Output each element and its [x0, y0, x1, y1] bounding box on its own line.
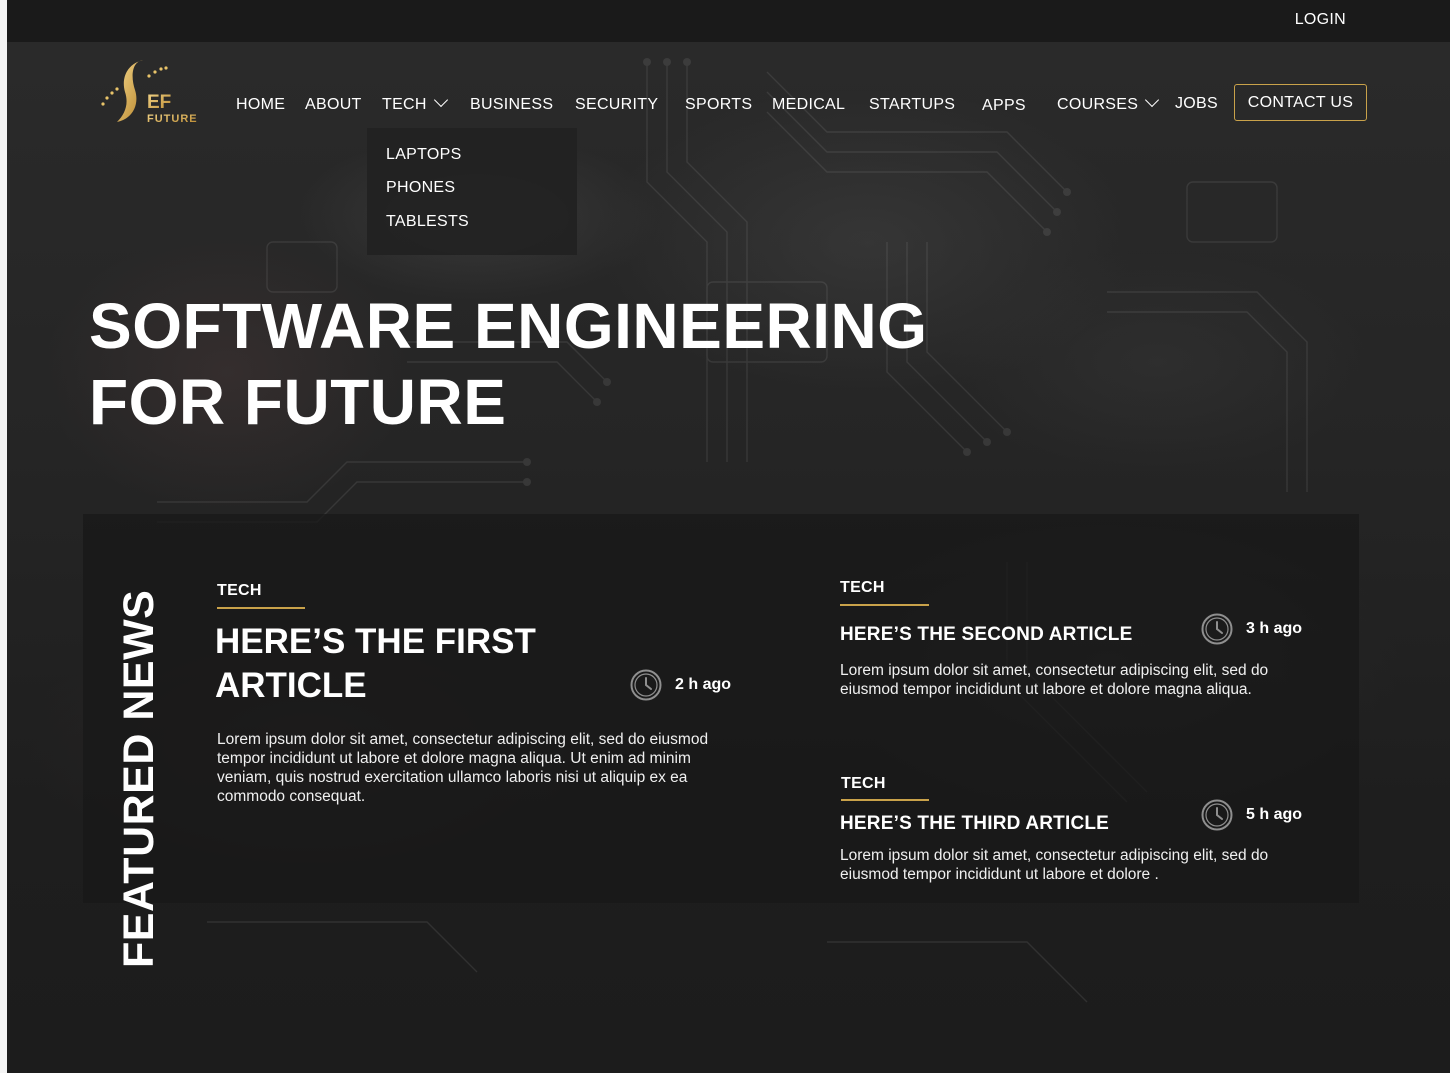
- nav-item-about[interactable]: ABOUT: [305, 96, 362, 114]
- dropdown-item-phones[interactable]: PHONES: [386, 179, 455, 197]
- article-2-category-underline: [840, 604, 929, 606]
- nav-item-tech-label: TECH: [382, 96, 427, 113]
- chevron-down-icon: [433, 92, 448, 108]
- article-2-title[interactable]: HERE’S THE SECOND ARTICLE: [840, 624, 1133, 646]
- article-2-body: Lorem ipsum dolor sit amet, consectetur …: [840, 662, 1269, 698]
- article-3-category-underline: [841, 799, 929, 801]
- nav-item-security[interactable]: SECURITY: [575, 96, 658, 114]
- article-3-category[interactable]: TECH: [841, 775, 886, 793]
- nav-item-startups[interactable]: STARTUPS: [869, 96, 955, 114]
- article-3-title[interactable]: HERE’S THE THIRD ARTICLE: [840, 813, 1109, 835]
- article-1-body: Lorem ipsum dolor sit amet, consectetur …: [217, 731, 709, 805]
- hero-section: EF FUTURE HOME ABOUT TECH BUSINESS SECUR…: [7, 42, 1450, 1073]
- article-1-title[interactable]: HERE’S THE FIRST ARTICLE: [215, 620, 635, 708]
- contact-us-button[interactable]: CONTACT US: [1234, 84, 1367, 121]
- page-title: SOFTWARE ENGINEERING FOR FUTURE: [89, 288, 928, 440]
- hero-title-line-1: SOFTWARE ENGINEERING: [89, 290, 928, 362]
- article-3-time: 5 h ago: [1246, 806, 1303, 823]
- article-2-category[interactable]: TECH: [840, 579, 885, 597]
- nav-item-medical[interactable]: MEDICAL: [772, 96, 845, 114]
- clock-icon: [630, 669, 662, 701]
- tech-dropdown-menu: LAPTOPS PHONES TABLESTS: [367, 128, 577, 255]
- chevron-down-icon: [1145, 92, 1160, 108]
- nav-item-courses-label: COURSES: [1057, 96, 1139, 113]
- featured-news-label: FEATURED NEWS: [115, 589, 163, 968]
- article-1-category[interactable]: TECH: [217, 582, 262, 600]
- clock-icon: [1201, 799, 1233, 831]
- nav-item-tech[interactable]: TECH: [382, 92, 448, 114]
- nav-item-apps[interactable]: APPS: [982, 97, 1026, 115]
- nav-item-business[interactable]: BUSINESS: [470, 96, 553, 114]
- article-1-category-underline: [217, 607, 305, 609]
- article-1-time: 2 h ago: [675, 676, 732, 693]
- main-nav: HOME ABOUT TECH BUSINESS SECURITY SPORTS…: [7, 42, 1450, 142]
- nav-item-sports[interactable]: SPORTS: [685, 96, 752, 114]
- nav-item-courses[interactable]: COURSES: [1057, 92, 1160, 114]
- article-3-body: Lorem ipsum dolor sit amet, consectetur …: [840, 847, 1269, 883]
- login-link[interactable]: LOGIN: [1295, 11, 1346, 29]
- nav-item-jobs[interactable]: JOBS: [1175, 95, 1218, 113]
- top-bar: LOGIN: [7, 0, 1450, 42]
- hero-title-line-2: FOR FUTURE: [89, 366, 507, 438]
- dropdown-item-tablets[interactable]: TABLESTS: [386, 213, 469, 231]
- clock-icon: [1201, 613, 1233, 645]
- article-2-time: 3 h ago: [1246, 620, 1303, 637]
- nav-item-home[interactable]: HOME: [236, 96, 285, 114]
- page-edge: [0, 0, 7, 1073]
- dropdown-item-laptops[interactable]: LAPTOPS: [386, 146, 462, 164]
- featured-news-panel: [83, 514, 1359, 903]
